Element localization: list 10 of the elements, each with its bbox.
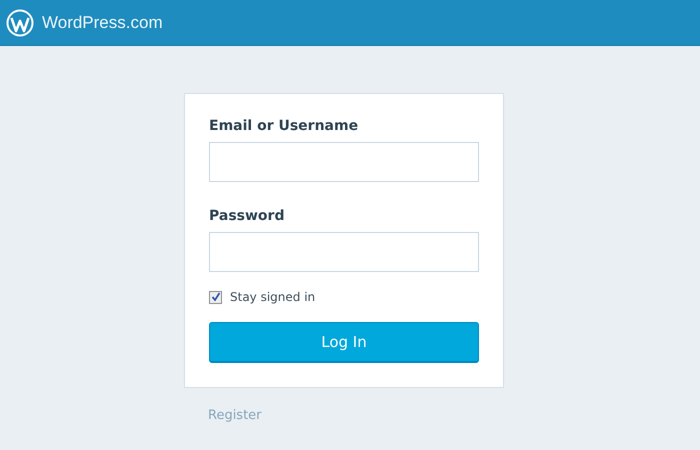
- logo-icon: [6, 8, 34, 36]
- checkbox[interactable]: [209, 290, 222, 304]
- input-field[interactable]: [209, 232, 479, 272]
- log-in-button[interactable]: Log In: [209, 322, 479, 363]
- checkbox-label: Stay signed in: [230, 289, 316, 306]
- site-title: WordPress.com: [42, 12, 163, 34]
- field-label: Email or Username: [209, 117, 360, 136]
- register-link[interactable]: Register: [208, 406, 262, 426]
- input-field[interactable]: [209, 142, 479, 182]
- field-label: Password: [209, 207, 286, 226]
